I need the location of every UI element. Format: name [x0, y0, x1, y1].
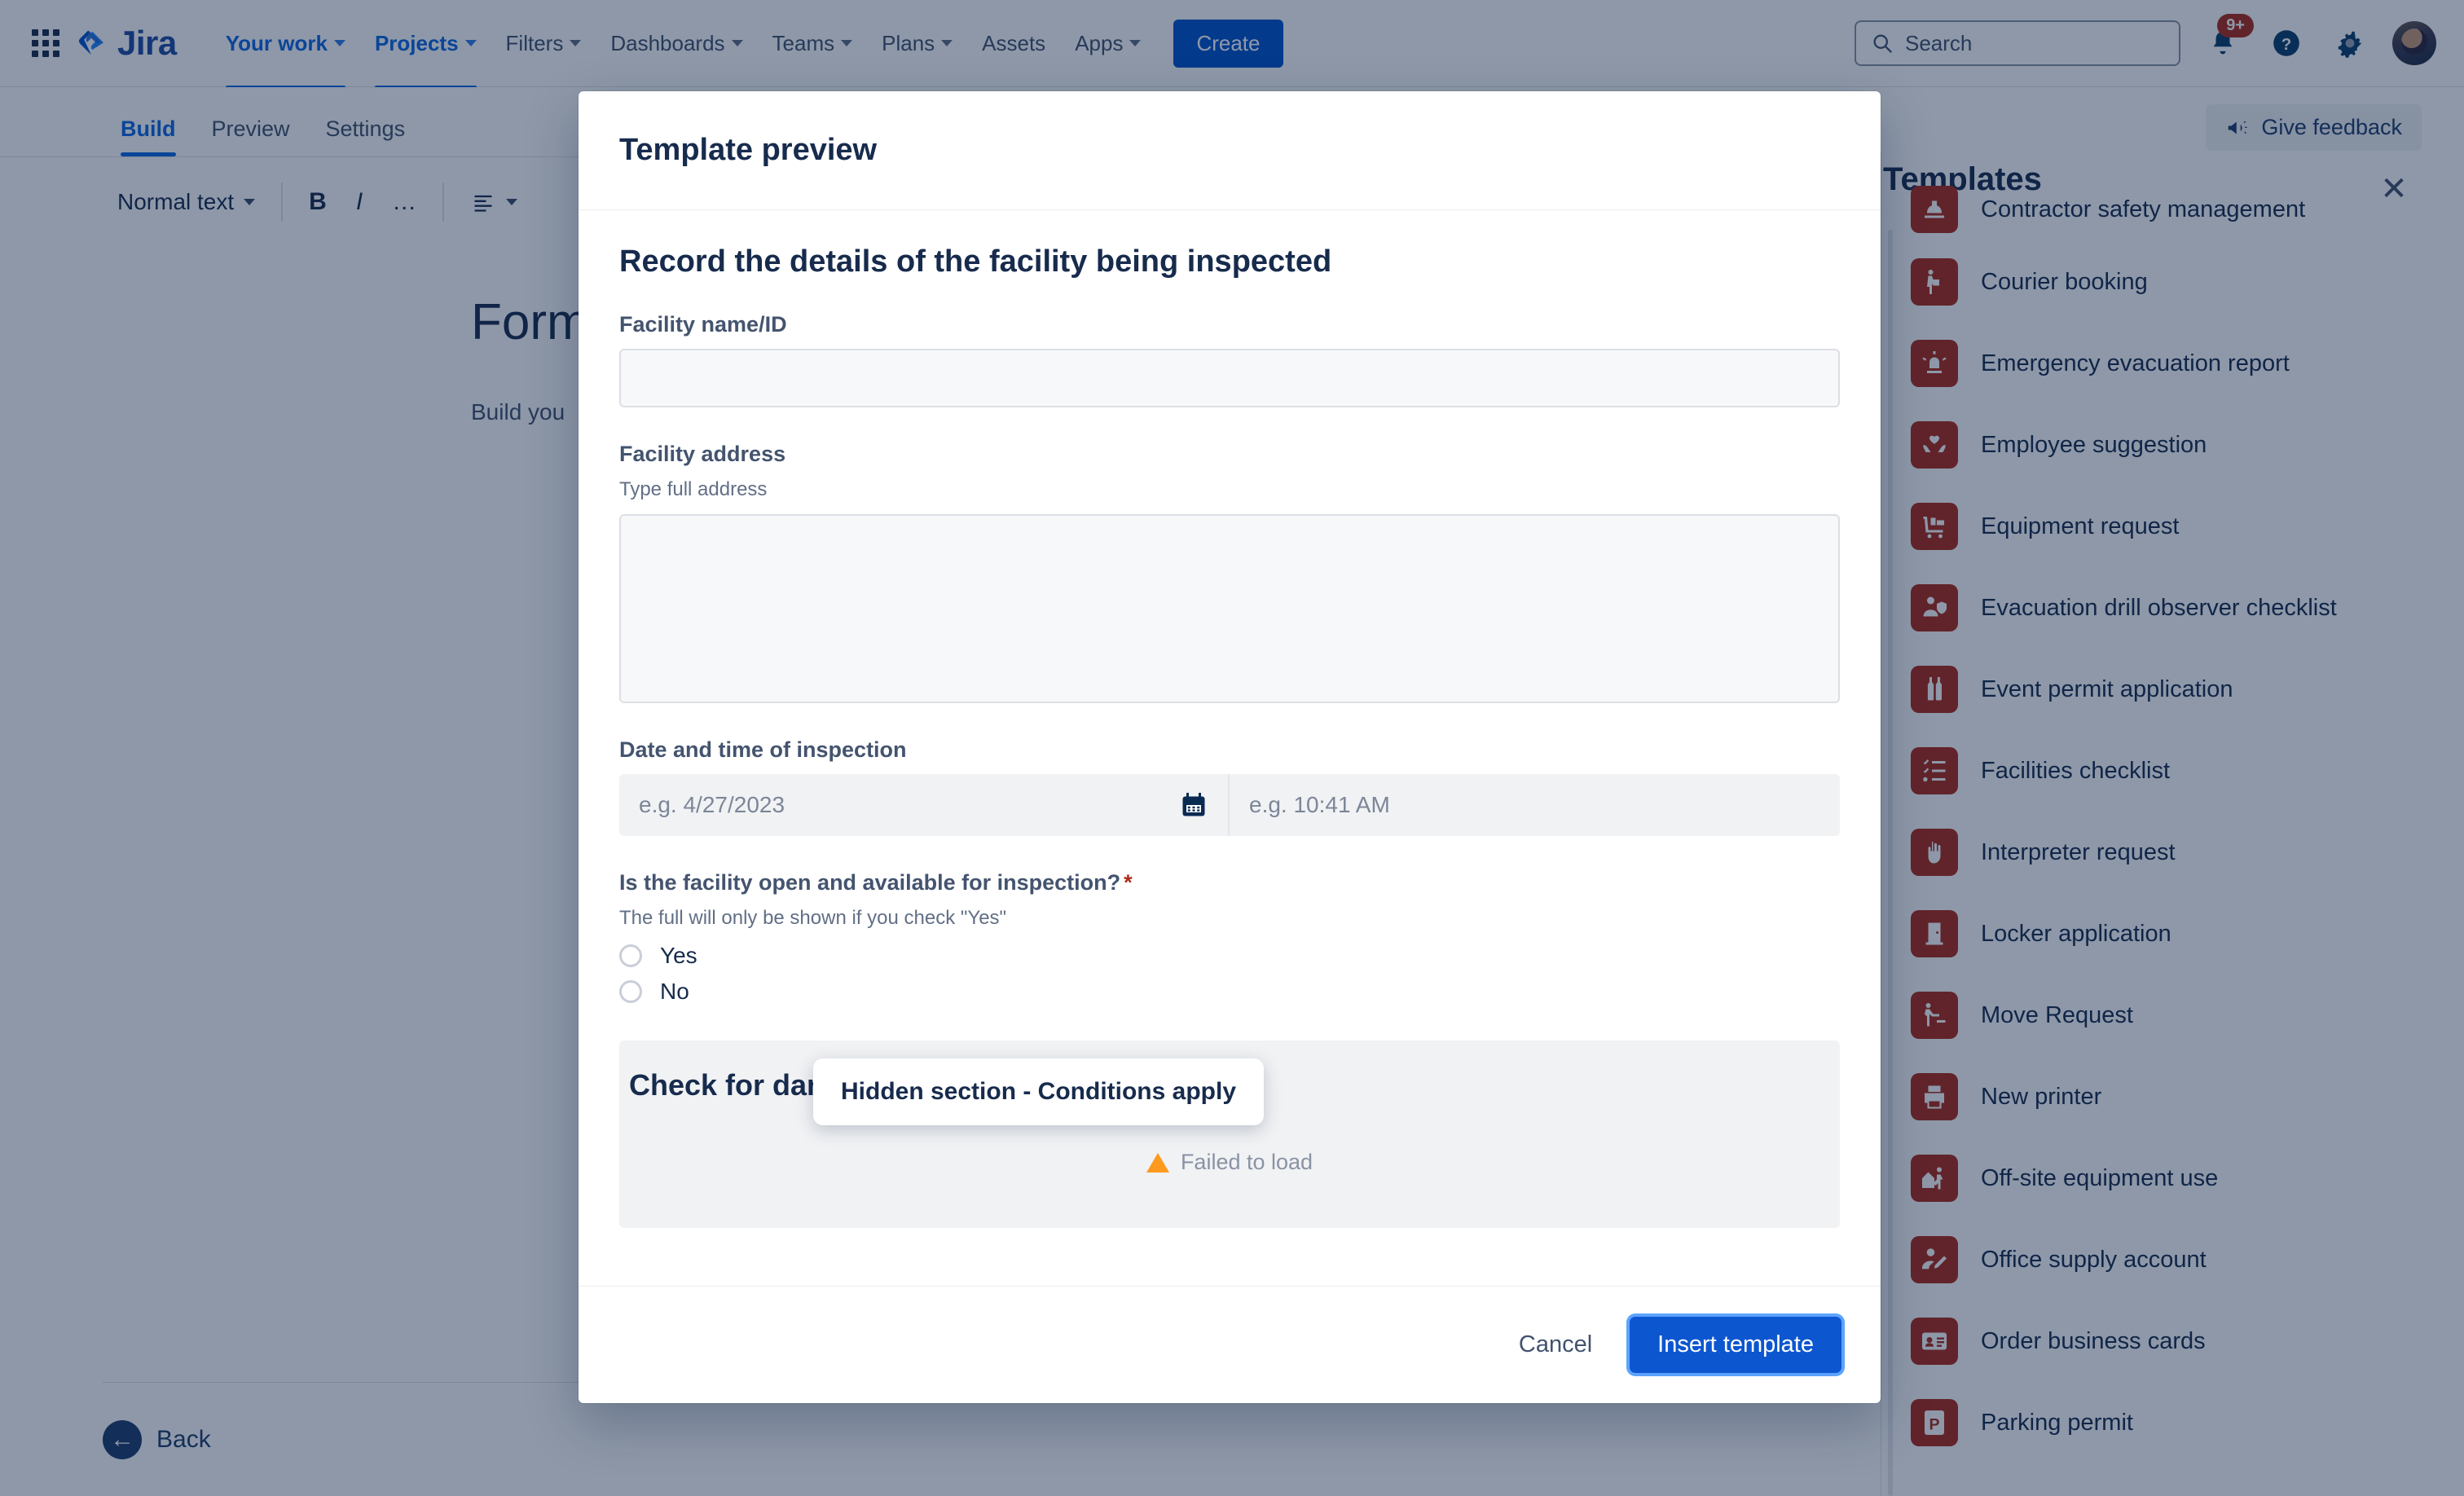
hidden-section: Check for damage to surfa Hidden section… — [619, 1041, 1840, 1228]
radio-circle-icon — [619, 980, 642, 1003]
datetime-row: e.g. 4/27/2023 e.g. 10:41 AM — [619, 774, 1840, 836]
failed-to-load-status: Failed to load — [619, 1150, 1840, 1175]
template-preview-dialog: Template preview Record the details of t… — [579, 91, 1881, 1403]
field-label: Date and time of inspection — [619, 737, 907, 762]
dialog-body: Record the details of the facility being… — [579, 210, 1881, 1286]
failed-to-load-label: Failed to load — [1180, 1150, 1313, 1174]
cancel-button[interactable]: Cancel — [1498, 1318, 1613, 1371]
hidden-section-tooltip: Hidden section - Conditions apply — [813, 1058, 1265, 1125]
field-label: Facility name/ID — [619, 312, 787, 337]
dialog-title: Template preview — [619, 133, 878, 167]
time-input[interactable]: e.g. 10:41 AM — [1230, 774, 1840, 836]
section-title: Record the details of the facility being… — [619, 244, 1332, 279]
field-facility-name: Facility name/ID — [619, 312, 1840, 407]
radio-label: Yes — [660, 943, 697, 968]
radio-circle-icon — [619, 944, 642, 967]
field-facility-address: Facility address Type full address — [619, 442, 1840, 703]
time-placeholder: e.g. 10:41 AM — [1249, 792, 1390, 817]
field-help: Type full address — [619, 478, 768, 500]
facility-address-textarea[interactable] — [619, 514, 1840, 703]
radio-label: No — [660, 979, 689, 1004]
screen: Jira Your work Projects Filters Dashboar… — [0, 0, 2464, 1496]
field-label: Is the facility open and available for i… — [619, 870, 1840, 895]
dialog-footer: Cancel Insert template — [579, 1286, 1881, 1403]
field-label-text: Is the facility open and available for i… — [619, 870, 1121, 895]
radio-option-no[interactable]: No — [619, 979, 1840, 1005]
dialog-header: Template preview — [579, 91, 1881, 210]
insert-template-button[interactable]: Insert template — [1630, 1317, 1841, 1373]
field-help: The full will only be shown if you check… — [619, 907, 1007, 929]
date-placeholder: e.g. 4/27/2023 — [639, 792, 785, 817]
date-input[interactable]: e.g. 4/27/2023 — [619, 774, 1230, 836]
radio-option-yes[interactable]: Yes — [619, 943, 1840, 969]
field-label: Facility address — [619, 442, 786, 466]
field-facility-open: Is the facility open and available for i… — [619, 870, 1840, 1005]
required-marker: * — [1124, 870, 1133, 895]
warning-triangle-icon — [1146, 1152, 1169, 1173]
facility-name-input[interactable] — [619, 349, 1840, 407]
calendar-icon — [1179, 790, 1208, 820]
field-inspection-datetime: Date and time of inspection e.g. 4/27/20… — [619, 737, 1840, 836]
